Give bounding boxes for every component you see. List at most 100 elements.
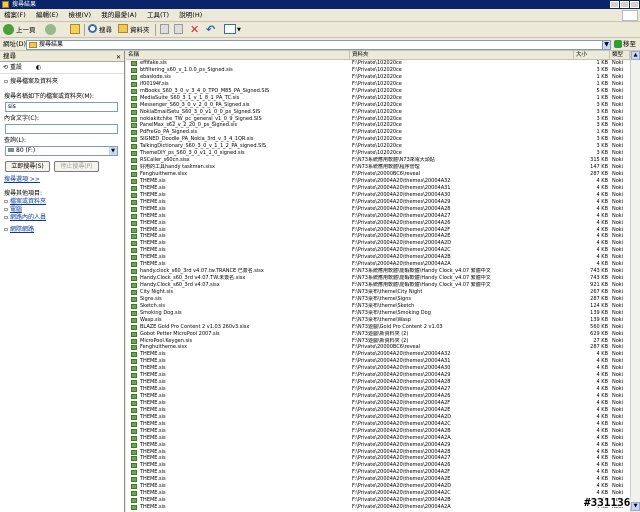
table-row[interactable]: NokiaEmailSetu_S60_3_0_v1_0_0_ps_Signed.… <box>126 109 630 116</box>
table-row[interactable]: THEME.sis F:\Private\20004A20\themes\2000… <box>126 379 630 386</box>
menu-view[interactable]: 檢視(V) <box>64 9 95 22</box>
table-row[interactable]: Fenghuitheme.sisx F:\Private\20000BC6\rev… <box>126 344 630 351</box>
table-row[interactable]: THEME.sis F:\Private\20004A20\themes\2000… <box>126 254 630 261</box>
other-item-files[interactable]: ▫ 檔案或資料夾 <box>4 198 46 206</box>
views-icon[interactable] <box>224 24 236 34</box>
other-item-computers[interactable]: ▫ 電腦 <box>4 206 22 214</box>
search-icon[interactable] <box>88 24 97 33</box>
address-input[interactable]: 搜尋結果 <box>26 40 611 50</box>
history-icon[interactable]: ◐ <box>36 64 41 71</box>
table-row[interactable]: THEME.sis F:\Private\20004A20\themes\2000… <box>126 213 630 220</box>
table-row[interactable]: handy.clock_s60_3rd v4.07.tw.TRANCE 已簽名.… <box>126 268 630 275</box>
column-folder[interactable]: 資料夾 <box>350 51 574 60</box>
table-row[interactable]: MediaSuite_S60_3_1_v_1_8_1_PA_TC.sis F:\P… <box>126 95 630 102</box>
table-row[interactable]: THEME.sis F:\Private\20004A20\themes\2000… <box>126 185 630 192</box>
table-row[interactable]: if00194f.sis F:\Private\102020ce 1 KB Noki <box>126 81 630 88</box>
table-row[interactable]: THEME.sis F:\Private\20004A20\themes\2000… <box>126 365 630 372</box>
close-button[interactable] <box>630 1 639 8</box>
vertical-scrollbar[interactable]: ▲ ▼ <box>630 51 640 512</box>
back-button-label[interactable]: 上一頁 <box>16 24 36 36</box>
chevron-down-icon[interactable]: ▼ <box>237 24 241 36</box>
table-row[interactable]: btfiltering_s60_v_1.0.0_ps_Signed.sis F:\… <box>126 67 630 74</box>
menu-favorites[interactable]: 我的最愛(A) <box>97 9 141 22</box>
table-row[interactable]: THEME.sis F:\Private\20004A20\themes\2000… <box>126 393 630 400</box>
copy-to-icon[interactable] <box>174 24 183 34</box>
table-row[interactable]: THEME.sis F:\Private\20004A20\themes\2000… <box>126 483 630 490</box>
column-size[interactable]: 大小 <box>574 51 610 60</box>
address-dropdown-icon[interactable]: ▼ <box>602 40 611 50</box>
other-item-people[interactable]: ▫ 網路內的人員 <box>4 214 46 222</box>
lookin-select[interactable]: 80 (F:) ▼ <box>5 146 118 156</box>
forward-arrow-icon[interactable] <box>45 24 56 35</box>
table-row[interactable]: THEME.sis F:\Private\20004A20\themes\2000… <box>126 462 630 469</box>
table-row[interactable]: Gobot Petter MicroPool 2007.sis F:\N73遊戲\… <box>126 331 630 338</box>
table-row[interactable]: TalkingDictionary_S60_3_0_v_1_1_2_PA_sig… <box>126 143 630 150</box>
table-row[interactable]: THEME.sis F:\Private\20004A20\themes\2000… <box>126 358 630 365</box>
table-row[interactable]: THEME.sis F:\Private\20004A20\themes\2000… <box>126 497 630 504</box>
table-row[interactable]: THEME.sis F:\Private\20004A20\themes\2000… <box>126 428 630 435</box>
table-row[interactable]: THEME.sis F:\Private\20004A20\themes\2000… <box>126 442 630 449</box>
table-row[interactable]: THEME.sis F:\Private\20004A20\themes\2000… <box>126 372 630 379</box>
scroll-down-icon[interactable]: ▼ <box>631 502 640 511</box>
undo-icon[interactable]: ↶ <box>206 24 215 36</box>
table-row[interactable]: THEME.sis F:\Private\20004A20\themes\2000… <box>126 199 630 206</box>
back-arrow-icon[interactable] <box>3 24 14 35</box>
table-row[interactable]: mBooks_S60_3_0_v_3_4_0_TPO_M85_PA_Signed… <box>126 88 630 95</box>
table-row[interactable]: SIGNED_Doodle_PA_Nokia_3rd_v_3_4_1QR.sis… <box>126 136 630 143</box>
menu-file[interactable]: 檔案(F) <box>0 9 30 22</box>
table-row[interactable]: Handy.Clock_s60_3rd v4.07.TW.未簽名.sisx F:\… <box>126 275 630 282</box>
table-row[interactable]: THEME.sis F:\Private\20004A20\themes\2000… <box>126 240 630 247</box>
menu-tools[interactable]: 工具(T) <box>143 9 173 22</box>
table-row[interactable]: THEME.sis F:\Private\20004A20\themes\2000… <box>126 220 630 227</box>
table-row[interactable]: THEME.sis F:\Private\20004A20\themes\2000… <box>126 386 630 393</box>
reset-button[interactable]: ⟲ 重設 <box>3 64 28 71</box>
search-now-button[interactable]: 立即搜尋(S) <box>5 161 50 172</box>
table-row[interactable]: THEME.sis F:\Private\20004A20\themes\2000… <box>126 227 630 234</box>
table-row[interactable]: City Night.sis F:\N73桌布\theme\City Night 2… <box>126 289 630 296</box>
search-options-link[interactable]: 搜尋選項 >> <box>4 176 40 184</box>
table-row[interactable]: PanelMax_s62_v_2_20_0_ps_Signed.sis F:\Pr… <box>126 122 630 129</box>
table-row[interactable]: THEME.sis F:\Private\20004A20\themes\2000… <box>126 435 630 442</box>
table-row[interactable]: ebaslode.sis F:\Private\102020ce 1 KB Noki <box>126 74 630 81</box>
column-name[interactable]: 名稱 <box>126 51 350 60</box>
table-row[interactable]: THEME.sis F:\Private\20004A20\themes\2000… <box>126 476 630 483</box>
menu-help[interactable]: 說明(H) <box>175 9 206 22</box>
table-row[interactable]: THEME.sis F:\Private\20004A20\themes\2000… <box>126 449 630 456</box>
name-input[interactable]: sis <box>5 102 118 112</box>
table-row[interactable]: THEME.sis F:\Private\20004A20\themes\2000… <box>126 178 630 185</box>
contains-text-input[interactable] <box>5 124 118 134</box>
folders-icon[interactable] <box>118 24 128 33</box>
table-row[interactable]: THEME.sis F:\Private\20004A20\themes\2000… <box>126 261 630 268</box>
table-row[interactable]: RSCaller_s60cn.sisx F:\N73系統應用軟體\N73來電大頭貼… <box>126 157 630 164</box>
go-button[interactable]: 移至 <box>614 39 636 50</box>
table-row[interactable]: Wasp.sis F:\N73桌布\theme\Wasp 139 KB Noki <box>126 317 630 324</box>
table-row[interactable]: THEME.sis F:\Private\20004A20\themes\2000… <box>126 407 630 414</box>
folders-button-label[interactable]: 資料夾 <box>130 24 150 36</box>
table-row[interactable]: THEME.sis F:\Private\20004A20\themes\2000… <box>126 247 630 254</box>
minimize-button[interactable] <box>610 1 619 8</box>
table-row[interactable]: THEME.sis F:\Private\20004A20\themes\2000… <box>126 455 630 462</box>
table-row[interactable]: Messenger_S60_3_0_v_2_0_0_PA_Signed.sis F… <box>126 102 630 109</box>
table-row[interactable]: effifake.sis F:\Private\102020ce 1 KB Noki <box>126 60 630 67</box>
table-row[interactable]: Sketch.sis F:\N73桌布\theme\Sketch 124 KB Nok… <box>126 303 630 310</box>
up-folder-icon[interactable] <box>70 24 80 34</box>
table-row[interactable]: PdFreGo_PA_Signed.sis F:\Private\102020ce… <box>126 129 630 136</box>
search-button-label[interactable]: 搜尋 <box>99 24 112 36</box>
menu-edit[interactable]: 編輯(E) <box>32 9 62 22</box>
table-row[interactable]: THEME.sis F:\Private\20004A20\themes\2000… <box>126 206 630 213</box>
stop-search-button[interactable]: 停止搜尋(P) <box>54 161 99 172</box>
table-row[interactable]: 好用的工具handy taskman.sisx F:\N73系統應用軟體\程序管理… <box>126 164 630 171</box>
table-row[interactable]: Signs.sis F:\N73桌布\theme\Signs 287 KB Noki <box>126 296 630 303</box>
other-item-internet[interactable]: ▫ 網際網路 <box>4 226 34 234</box>
table-row[interactable]: THEME.sis F:\Private\20004A20\themes\2000… <box>126 233 630 240</box>
table-row[interactable]: BLAZE Gold Pro Content 2 v1.03 260v3.sis… <box>126 324 630 331</box>
table-row[interactable]: Smoking Dog.sis F:\N73桌布\theme\Smoking Do… <box>126 310 630 317</box>
table-row[interactable]: Fenghuitheme.sisx F:\Private\20000BC6\rev… <box>126 171 630 178</box>
table-row[interactable]: Handy.Clock_s60_3rd v4.07.sisx F:\N73系統應用… <box>126 282 630 289</box>
table-row[interactable]: THEME.sis F:\Private\20004A20\themes\2000… <box>126 414 630 421</box>
column-type[interactable]: 類型 <box>610 51 630 60</box>
table-row[interactable]: THEME.sis F:\Private\20004A20\themes\2000… <box>126 351 630 358</box>
table-row[interactable]: THEME.sis F:\Private\20004A20\themes\2000… <box>126 469 630 476</box>
maximize-button[interactable] <box>620 1 629 8</box>
table-row[interactable]: THEME.sis F:\Private\20004A20\themes\2000… <box>126 192 630 199</box>
